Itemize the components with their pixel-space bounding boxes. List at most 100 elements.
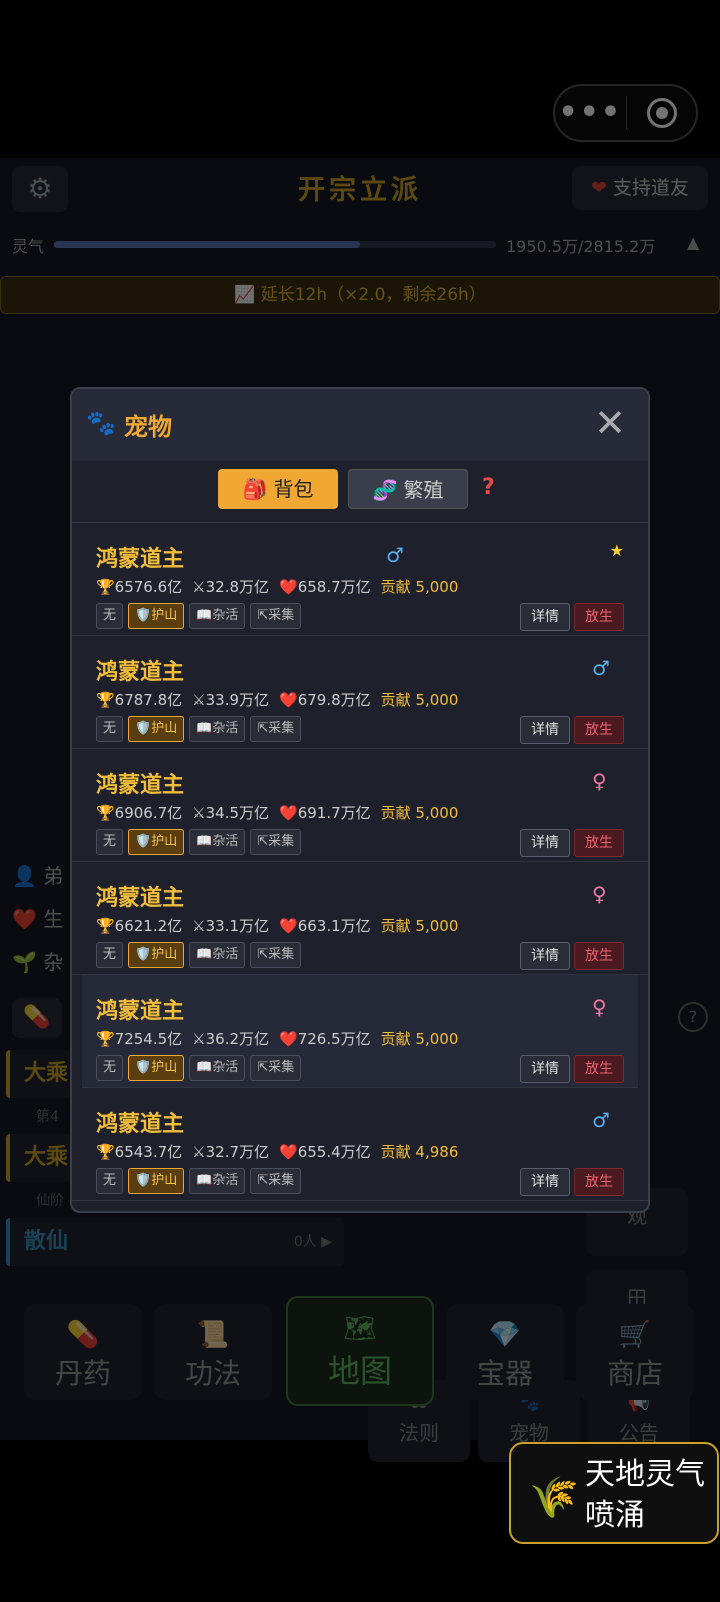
nav-treasure[interactable]: 💎 宝器: [446, 1304, 564, 1400]
qi-progress: 灵气 1950.5万/2815.2万 ▲: [12, 233, 708, 256]
nav-label: 功法: [184, 1357, 241, 1390]
role-guard-button[interactable]: 🛡️护山: [128, 1168, 185, 1194]
support-button[interactable]: ❤ 支持道友: [572, 166, 708, 210]
role-none-button[interactable]: 无: [96, 829, 124, 855]
pet-name: 鸿蒙道主: [96, 547, 185, 572]
pet-contribution: 贡献 5,000: [380, 804, 459, 822]
collapse-icon[interactable]: ▲: [687, 233, 699, 252]
role-selector: 无 🛡️护山 📖杂活 ⇱采集: [96, 829, 306, 855]
pet-row[interactable]: 鸿蒙道主 ♂ 🏆6787.8亿 ⚔33.9万亿 ❤️679.8万亿 贡献 5,000 无 🛡️…: [72, 636, 648, 749]
nav-shop[interactable]: 🛒 商店: [576, 1304, 694, 1400]
gem-icon: 💎: [488, 1320, 522, 1350]
boost-banner: 📈 延长12h（×2.0，剩余26h）: [0, 276, 720, 314]
pet-name: 鸿蒙道主: [96, 1112, 185, 1137]
tab-breed[interactable]: 🧬 繁殖: [348, 469, 468, 509]
pet-power: 🏆6543.7亿: [96, 1143, 183, 1161]
female-icon: ♀: [592, 882, 607, 906]
pet-row[interactable]: 鸿蒙道主 ♀ 🏆6621.2亿 ⚔33.1万亿 ❤️663.1万亿 贡献 5,000 无 🛡️…: [72, 862, 648, 975]
close-icon[interactable]: ✕: [588, 397, 632, 449]
help-icon[interactable]: ?: [678, 1002, 708, 1032]
pet-contribution: 贡献 4,986: [380, 1143, 459, 1161]
pet-contribution: 贡献 5,000: [380, 1030, 459, 1048]
role-chores-button[interactable]: 📖杂活: [189, 603, 246, 629]
pet-list: 鸿蒙道主 ♂ ★ 🏆6576.6亿 ⚔32.8万亿 ❤️658.7万亿 贡献 5,000 无 🛡…: [72, 523, 648, 1201]
role-gather-button[interactable]: ⇱采集: [250, 1055, 302, 1081]
side-tag-disciple[interactable]: 👤 弟: [12, 860, 63, 889]
pet-hp: ❤️691.7万亿: [279, 804, 371, 822]
role-guard-button[interactable]: 🛡️护山: [128, 716, 185, 742]
pet-row[interactable]: 鸿蒙道主 ♂ ★ 🏆6576.6亿 ⚔32.8万亿 ❤️658.7万亿 贡献 5,000 无 🛡…: [72, 523, 648, 636]
role-none-button[interactable]: 无: [96, 942, 124, 968]
role-chores-button[interactable]: 📖杂活: [189, 829, 246, 855]
release-button[interactable]: 放生: [574, 942, 624, 970]
role-guard-button[interactable]: 🛡️护山: [128, 603, 185, 629]
pet-row[interactable]: 鸿蒙道主 ♀ 🏆6906.7亿 ⚔34.5万亿 ❤️691.7万亿 贡献 5,000 无 🛡️…: [72, 749, 648, 862]
role-chores-button[interactable]: 📖杂活: [189, 716, 246, 742]
pet-attack: ⚔33.1万亿: [192, 917, 270, 935]
close-program-button[interactable]: [627, 98, 696, 128]
pet-modal: 🐾 宠物 ✕ 🎒 背包 🧬 繁殖 ? 鸿蒙道主 ♂ ★ 🏆6576.6亿 ⚔32.8万亿 ❤️…: [70, 387, 650, 1213]
pet-hp: ❤️679.8万亿: [279, 691, 371, 709]
role-chores-button[interactable]: 📖杂活: [189, 1168, 246, 1194]
role-none-button[interactable]: 无: [96, 716, 124, 742]
qi-label: 灵气: [12, 237, 45, 256]
heart-icon: ❤: [591, 177, 607, 199]
female-icon: ♀: [592, 995, 607, 1019]
role-none-button[interactable]: 无: [96, 1055, 124, 1081]
pet-stats: 🏆6543.7亿 ⚔32.7万亿 ❤️655.4万亿 贡献 4,986: [96, 1141, 468, 1162]
detail-button[interactable]: 详情: [520, 829, 570, 857]
pill-icon[interactable]: 💊: [12, 998, 62, 1038]
nav-map[interactable]: 🗺 地图: [286, 1296, 434, 1406]
detail-button[interactable]: 详情: [520, 603, 570, 631]
role-gather-button[interactable]: ⇱采集: [250, 942, 302, 968]
female-icon: ♀: [592, 769, 607, 793]
role-gather-button[interactable]: ⇱采集: [250, 603, 302, 629]
release-button[interactable]: 放生: [574, 1168, 624, 1196]
realm-item[interactable]: 散仙 0人 ▶: [6, 1218, 344, 1266]
detail-button[interactable]: 详情: [520, 1055, 570, 1083]
detail-button[interactable]: 详情: [520, 1168, 570, 1196]
map-icon: 🗺: [343, 1314, 377, 1344]
pet-hp: ❤️655.4万亿: [279, 1143, 371, 1161]
pet-name: 鸿蒙道主: [96, 886, 185, 911]
pet-row[interactable]: 鸿蒙道主 ♀ 🏆7254.5亿 ⚔36.2万亿 ❤️726.5万亿 贡献 5,000 无 🛡️…: [82, 975, 638, 1088]
release-button[interactable]: 放生: [574, 603, 624, 631]
pet-stats: 🏆7254.5亿 ⚔36.2万亿 ❤️726.5万亿 贡献 5,000: [96, 1028, 468, 1049]
side-tag-misc[interactable]: 🌱 杂: [12, 946, 63, 975]
detail-button[interactable]: 详情: [520, 942, 570, 970]
role-guard-button[interactable]: 🛡️护山: [128, 942, 185, 968]
male-icon: ♂: [592, 656, 610, 680]
more-dots-icon[interactable]: •••: [555, 84, 626, 142]
nav-pills[interactable]: 💊 丹药: [24, 1304, 142, 1400]
tab-label: 繁殖: [403, 478, 444, 502]
role-chores-button[interactable]: 📖杂活: [189, 1055, 246, 1081]
tab-bag[interactable]: 🎒 背包: [218, 469, 338, 509]
release-button[interactable]: 放生: [574, 829, 624, 857]
release-button[interactable]: 放生: [574, 1055, 624, 1083]
scroll-icon: 📜: [196, 1320, 230, 1350]
wheat-icon: 🌾: [529, 1475, 579, 1521]
qi-surge-button[interactable]: 🌾 天地灵气喷涌: [509, 1442, 719, 1544]
role-none-button[interactable]: 无: [96, 603, 124, 629]
modal-title: 宠物: [124, 413, 172, 441]
role-selector: 无 🛡️护山 📖杂活 ⇱采集: [96, 942, 306, 968]
role-chores-button[interactable]: 📖杂活: [189, 942, 246, 968]
pet-row[interactable]: 鸿蒙道主 ♂ 🏆6543.7亿 ⚔32.7万亿 ❤️655.4万亿 贡献 4,986 无 🛡️…: [72, 1088, 648, 1201]
realm-name: 散仙: [24, 1229, 69, 1254]
qi-value: 1950.5万/2815.2万: [506, 237, 656, 256]
role-guard-button[interactable]: 🛡️护山: [128, 1055, 185, 1081]
help-icon[interactable]: ?: [482, 475, 495, 500]
role-gather-button[interactable]: ⇱采集: [250, 1168, 302, 1194]
release-button[interactable]: 放生: [574, 716, 624, 744]
role-gather-button[interactable]: ⇱采集: [250, 829, 302, 855]
side-tag-life[interactable]: ❤️ 生: [12, 903, 63, 932]
nav-skills[interactable]: 📜 功法: [154, 1304, 272, 1400]
role-none-button[interactable]: 无: [96, 1168, 124, 1194]
pet-stats: 🏆6621.2亿 ⚔33.1万亿 ❤️663.1万亿 贡献 5,000: [96, 915, 468, 936]
nav-label: 丹药: [54, 1357, 111, 1390]
role-gather-button[interactable]: ⇱采集: [250, 716, 302, 742]
detail-button[interactable]: 详情: [520, 716, 570, 744]
pet-contribution: 贡献 5,000: [380, 691, 459, 709]
role-guard-button[interactable]: 🛡️护山: [128, 829, 185, 855]
pet-power: 🏆6787.8亿: [96, 691, 183, 709]
